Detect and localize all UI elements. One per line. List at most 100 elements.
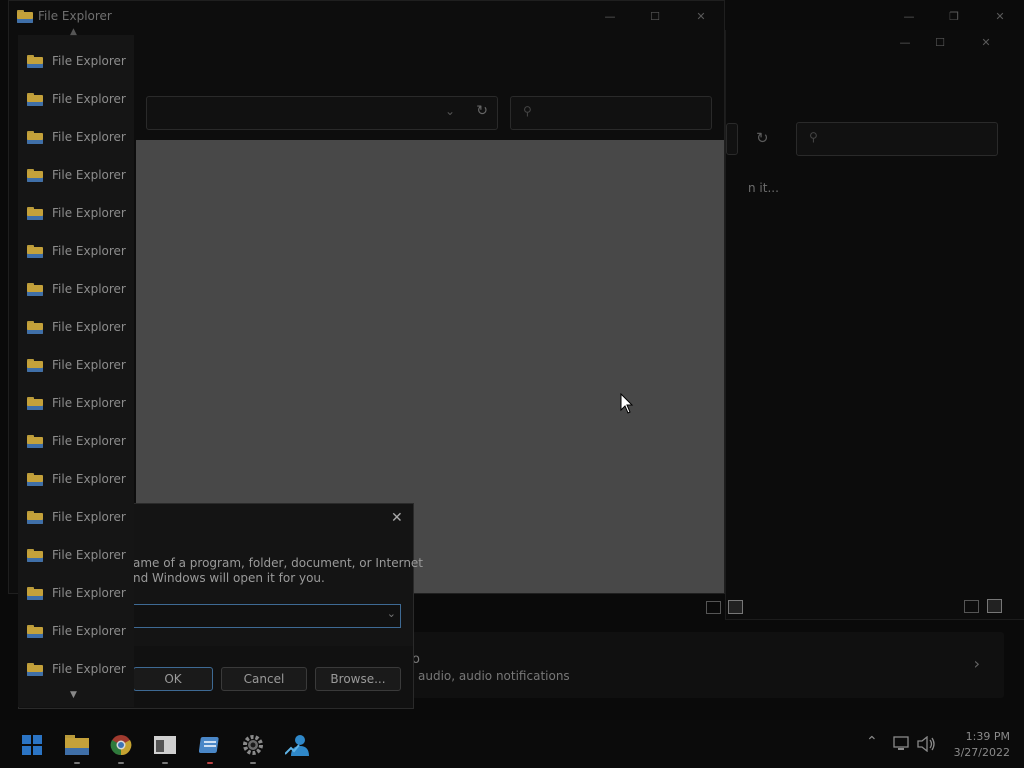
running-indicator	[162, 762, 168, 764]
close-button[interactable]: ✕	[690, 9, 712, 23]
jump-list-item-label: File Explorer	[52, 92, 126, 106]
jump-list: File Explorer File Explorer File Explorer F…	[18, 27, 134, 707]
chevron-down-icon[interactable]: ⌄	[387, 607, 396, 620]
jump-list-item-label: File Explorer	[52, 358, 126, 372]
close-icon[interactable]: ✕	[391, 510, 403, 526]
app-window-icon[interactable]	[150, 730, 180, 764]
maximize-button[interactable]: ☐	[644, 9, 666, 23]
search-box[interactable]: ⚲	[796, 122, 998, 156]
settings-icon[interactable]	[238, 730, 268, 764]
close-button[interactable]: ✕	[975, 35, 997, 49]
minimize-button[interactable]: —	[599, 9, 621, 23]
clock[interactable]: 1:39 PM 3/27/2022	[946, 729, 1010, 761]
jump-list-item[interactable]: File Explorer	[18, 422, 134, 460]
folder-icon	[27, 510, 43, 524]
jump-list-item[interactable]: File Explorer	[18, 156, 134, 194]
refresh-icon[interactable]: ↻	[476, 103, 488, 119]
search-box[interactable]: ⚲	[510, 96, 712, 130]
folder-icon	[27, 586, 43, 600]
sound-settings-row[interactable]: o audio, audio notifications ›	[412, 632, 1004, 698]
empty-folder-text: n it...	[748, 181, 779, 195]
folder-icon	[27, 624, 43, 638]
jump-list-item[interactable]: File Explorer	[18, 270, 134, 308]
jump-list-item-label: File Explorer	[52, 586, 126, 600]
jump-list-item-label: File Explorer	[52, 206, 126, 220]
jump-list-item[interactable]: File Explorer	[18, 574, 134, 612]
large-icons-view-icon[interactable]	[728, 600, 743, 614]
jump-list-item-label: File Explorer	[52, 54, 126, 68]
jump-list-item-label: File Explorer	[52, 168, 126, 182]
folder-icon	[27, 244, 43, 258]
back-explorer-window: — ☐ ✕ ↻ ⚲ n it...	[725, 28, 1024, 620]
running-indicator	[118, 762, 124, 764]
jump-list-items: File Explorer File Explorer File Explorer F…	[18, 42, 134, 688]
window-title: File Explorer	[38, 9, 112, 23]
jump-list-item[interactable]: File Explorer	[18, 80, 134, 118]
folder-icon	[27, 320, 43, 334]
minimize-button[interactable]: —	[894, 35, 916, 49]
file-explorer-icon[interactable]	[62, 730, 92, 764]
clock-date: 3/27/2022	[953, 746, 1010, 759]
jump-list-item[interactable]: File Explorer	[18, 194, 134, 232]
jump-list-item[interactable]: File Explorer	[18, 118, 134, 156]
jump-list-item[interactable]: File Explorer	[18, 460, 134, 498]
jump-list-item[interactable]: File Explorer	[18, 650, 134, 688]
jump-list-item-label: File Explorer	[52, 320, 126, 334]
jump-list-item-label: File Explorer	[52, 396, 126, 410]
run-input[interactable]: ⌄	[133, 604, 401, 628]
folder-icon	[27, 168, 43, 182]
browse-button[interactable]: Browse...	[315, 667, 401, 691]
cancel-button[interactable]: Cancel	[221, 667, 307, 691]
jump-list-item[interactable]: File Explorer	[18, 308, 134, 346]
details-view-icon[interactable]	[964, 600, 979, 613]
jump-list-item-label: File Explorer	[52, 472, 126, 486]
folder-icon	[27, 206, 43, 220]
folder-icon	[27, 358, 43, 372]
minimize-button[interactable]: —	[898, 9, 920, 23]
running-indicator	[207, 762, 213, 764]
ok-button[interactable]: OK	[133, 667, 213, 691]
search-icon: ⚲	[523, 104, 532, 118]
restore-button[interactable]: ❐	[943, 9, 965, 23]
jump-list-item[interactable]: File Explorer	[18, 42, 134, 80]
folder-icon	[17, 9, 33, 23]
jump-list-item-label: File Explorer	[52, 662, 126, 676]
jump-list-item[interactable]: File Explorer	[18, 536, 134, 574]
jump-list-item-label: File Explorer	[52, 434, 126, 448]
details-view-icon[interactable]	[706, 601, 721, 614]
clock-time: 1:39 PM	[965, 730, 1010, 743]
jump-list-item[interactable]: File Explorer	[18, 612, 134, 650]
close-button[interactable]: ✕	[989, 9, 1011, 23]
chrome-icon[interactable]	[106, 730, 136, 764]
jump-list-item[interactable]: File Explorer	[18, 498, 134, 536]
maximize-button[interactable]: ☐	[929, 35, 951, 49]
people-icon[interactable]	[282, 730, 312, 760]
start-icon[interactable]	[17, 730, 47, 760]
address-bar[interactable]: ⌄ ↻	[146, 96, 498, 130]
jump-list-item-label: File Explorer	[52, 548, 126, 562]
folder-icon	[27, 54, 43, 68]
jump-list-item-label: File Explorer	[52, 624, 126, 638]
notepad-icon[interactable]	[195, 730, 225, 764]
scroll-up-icon[interactable]: ▲	[70, 27, 77, 37]
chevron-down-icon[interactable]: ⌄	[445, 104, 455, 118]
network-icon[interactable]	[893, 736, 911, 752]
folder-icon	[27, 282, 43, 296]
run-description-line1: ame of a program, folder, document, or I…	[133, 556, 424, 570]
folder-icon	[27, 472, 43, 486]
chevron-up-icon[interactable]: ⌃	[866, 734, 878, 750]
address-bar-end[interactable]	[726, 123, 738, 155]
folder-icon	[27, 662, 43, 676]
jump-list-item[interactable]: File Explorer	[18, 346, 134, 384]
large-icons-view-icon[interactable]	[987, 599, 1002, 613]
volume-icon[interactable]	[917, 736, 937, 752]
search-icon: ⚲	[809, 130, 818, 144]
running-indicator	[250, 762, 256, 764]
jump-list-item-label: File Explorer	[52, 282, 126, 296]
jump-list-item-label: File Explorer	[52, 130, 126, 144]
scroll-down-icon[interactable]: ▼	[70, 690, 77, 700]
jump-list-item[interactable]: File Explorer	[18, 232, 134, 270]
jump-list-item[interactable]: File Explorer	[18, 384, 134, 422]
refresh-icon[interactable]: ↻	[756, 129, 769, 147]
running-indicator	[74, 762, 80, 764]
